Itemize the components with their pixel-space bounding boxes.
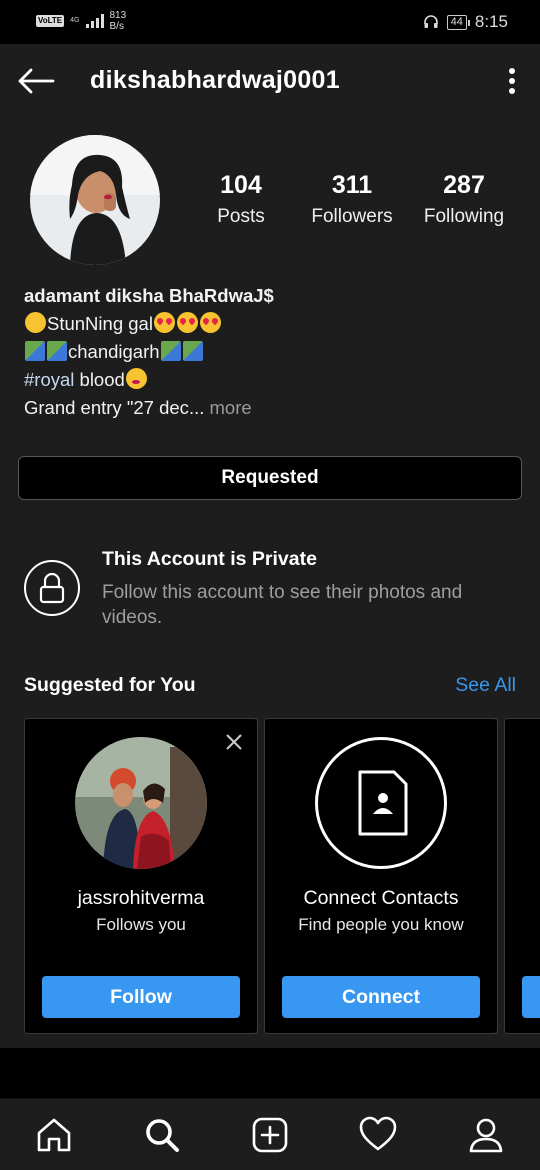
contacts-icon bbox=[315, 737, 447, 869]
signal-icon bbox=[85, 14, 104, 28]
private-subtitle: Follow this account to see their photos … bbox=[102, 582, 463, 628]
top-app-bar: dikshabhardwaj0001 bbox=[0, 44, 540, 120]
bio-line-3: #royal blood bbox=[24, 366, 524, 394]
book-emoji-icon bbox=[160, 341, 181, 361]
suggestion-context: Follows you bbox=[96, 915, 186, 934]
profile-screen: dikshabhardwaj0001 104 Posts 311 Followe… bbox=[0, 44, 540, 1098]
stat-posts-label: Posts bbox=[217, 206, 265, 227]
bio-line-4: Grand entry "27 dec... more bbox=[24, 394, 524, 422]
connect-contacts-subtitle: Find people you know bbox=[298, 915, 464, 934]
profile-avatar[interactable] bbox=[30, 135, 160, 265]
back-arrow-icon[interactable] bbox=[16, 66, 56, 96]
profile-icon[interactable] bbox=[466, 1115, 506, 1155]
bio-line-2: chandigarh bbox=[24, 338, 524, 366]
clock: 8:15 bbox=[474, 12, 508, 31]
stat-followers[interactable]: 311 Followers bbox=[297, 170, 407, 234]
network-speed-unit: B/s bbox=[109, 21, 124, 32]
bottom-navigation bbox=[0, 1098, 540, 1170]
next-card-button[interactable] bbox=[522, 976, 540, 1018]
bio-ellipsis: ... bbox=[188, 397, 205, 418]
see-all-link[interactable]: See All bbox=[455, 674, 516, 697]
bio-line-2-text: chandigarh bbox=[68, 341, 160, 362]
book-emoji-icon bbox=[47, 341, 67, 361]
bio-display-name: adamant diksha BhaRdwaJ$ bbox=[24, 285, 274, 306]
bio-line-1: StunNing gal bbox=[24, 310, 524, 338]
heart-eyes-emoji-icon bbox=[199, 312, 221, 333]
bio-line-1-text: StunNing gal bbox=[47, 313, 153, 334]
book-emoji-icon bbox=[25, 341, 45, 361]
suggestion-username: jassrohitverma bbox=[77, 887, 205, 909]
smirk-emoji-icon bbox=[25, 312, 46, 333]
more-options-icon[interactable] bbox=[498, 66, 526, 96]
volte-badge: VoLTE bbox=[36, 15, 65, 27]
suggestion-card-next[interactable] bbox=[504, 718, 540, 1034]
kiss-emoji-icon bbox=[125, 368, 147, 389]
stat-followers-value: 311 bbox=[331, 171, 373, 199]
profile-username: dikshabhardwaj0001 bbox=[90, 66, 340, 94]
suggestion-card-contacts[interactable]: Connect Contacts Find people you know Co… bbox=[264, 718, 498, 1034]
network-type: 4G bbox=[70, 17, 80, 24]
lock-icon bbox=[24, 560, 80, 616]
stat-following-value: 287 bbox=[443, 171, 485, 199]
stat-followers-label: Followers bbox=[311, 206, 393, 227]
bio-more-link[interactable]: more bbox=[204, 397, 251, 418]
bio-line-3-text: blood bbox=[74, 369, 125, 390]
home-icon[interactable] bbox=[34, 1115, 74, 1155]
suggested-title: Suggested for You bbox=[24, 674, 196, 696]
connect-contacts-title: Connect Contacts bbox=[303, 887, 459, 909]
heart-eyes-emoji-icon bbox=[176, 312, 198, 333]
dismiss-suggestion-icon[interactable] bbox=[225, 733, 243, 751]
private-account-notice: This Account is Private Follow this acco… bbox=[0, 544, 540, 644]
suggestion-card-user[interactable]: jassrohitverma Follows you Follow bbox=[24, 718, 258, 1034]
headphones-icon bbox=[423, 15, 438, 28]
content-bottom-spacer bbox=[0, 1048, 540, 1098]
profile-bio: adamant diksha BhaRdwaJ$ StunNing gal ch… bbox=[24, 282, 524, 422]
private-title: This Account is Private bbox=[102, 548, 317, 570]
add-post-icon[interactable] bbox=[250, 1115, 290, 1155]
heart-eyes-emoji-icon bbox=[153, 312, 175, 333]
activity-heart-icon[interactable] bbox=[358, 1115, 398, 1155]
stat-posts-value: 104 bbox=[220, 171, 262, 199]
bio-line-4-text: Grand entry "27 dec bbox=[24, 397, 189, 418]
bio-hashtag[interactable]: #royal bbox=[24, 369, 74, 390]
status-bar: VoLTE 4G 813 B/s 44 8:15 bbox=[0, 0, 540, 44]
battery-icon: 44 bbox=[446, 14, 471, 30]
follow-button[interactable]: Follow bbox=[42, 976, 240, 1018]
requested-button[interactable]: Requested bbox=[18, 456, 522, 500]
book-emoji-icon bbox=[182, 341, 203, 361]
stat-following[interactable]: 287 Following bbox=[409, 170, 519, 234]
suggestion-avatar[interactable] bbox=[75, 737, 207, 869]
stat-following-label: Following bbox=[423, 206, 505, 227]
network-speed-value: 813 bbox=[109, 10, 127, 21]
stat-posts[interactable]: 104 Posts bbox=[186, 170, 296, 234]
search-icon[interactable] bbox=[142, 1115, 182, 1155]
connect-button[interactable]: Connect bbox=[282, 976, 480, 1018]
